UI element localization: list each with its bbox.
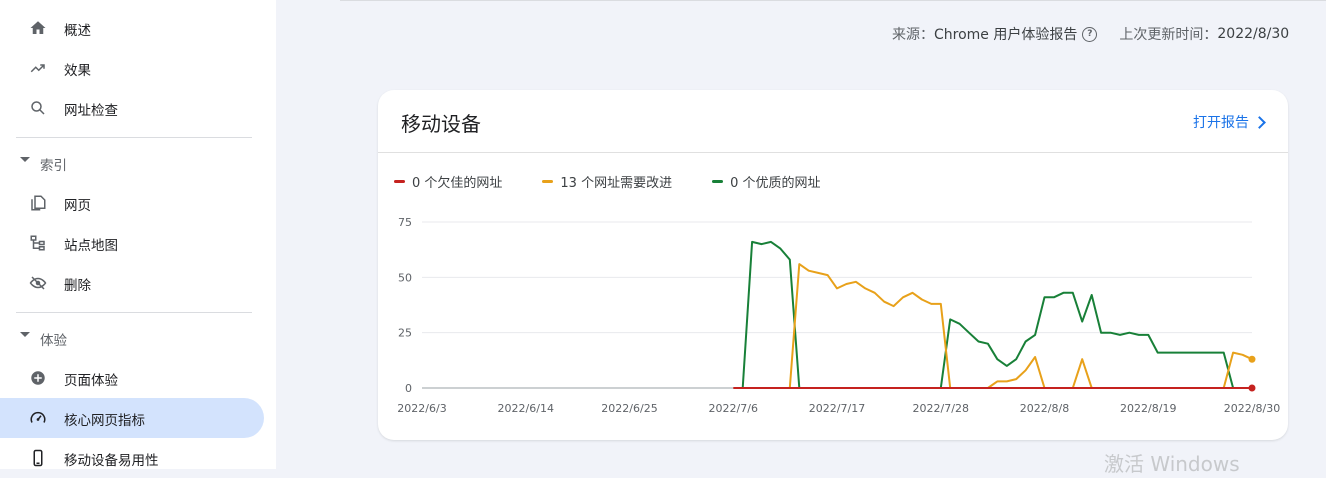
line-chart: 0 25 50 75 2022/6/3 2022/6/14 2022/6/25 2022/7/… (397, 216, 1280, 415)
sidebar: 概述 效果 网址检查 索引 网页 站点地图 删除 体验 页面体验 核心网页指标 … (0, 0, 276, 469)
sidebar-item-url-inspection[interactable]: 网址检查 (0, 88, 264, 128)
open-report-link[interactable]: 打开报告 (1193, 112, 1266, 132)
source-label: 来源： (892, 27, 934, 43)
visibility-off-icon (28, 273, 48, 293)
sidebar-divider (16, 312, 252, 313)
windows-activation-watermark: 激活 Windows (1104, 452, 1240, 476)
section-label: 体验 (40, 333, 67, 349)
source-value: Chrome 用户体验报告 (934, 27, 1078, 43)
x-tick-label: 2022/8/19 (1120, 402, 1176, 415)
section-label: 索引 (40, 158, 67, 174)
series-line (788, 263, 1253, 389)
sidebar-item-page-experience[interactable]: 页面体验 (0, 358, 264, 398)
sidebar-item-mobile-usability[interactable]: 移动设备易用性 (0, 438, 264, 478)
card-divider (378, 152, 1288, 153)
caret-down-icon (20, 332, 30, 337)
updated-value: 2022/8/30 (1217, 26, 1290, 42)
legend-label: 13 个网址需要改进 (560, 176, 673, 191)
chart-legend: 0 个欠佳的网址 13 个网址需要改进 0 个优质的网址 (394, 172, 861, 191)
search-icon (28, 98, 48, 118)
mobile-icon (28, 448, 48, 468)
trending-up-icon (28, 58, 48, 78)
y-tick-label: 0 (405, 382, 412, 395)
help-icon[interactable]: ? (1082, 26, 1098, 42)
sidebar-item-label: 网页 (64, 198, 91, 214)
x-tick-label: 2022/6/3 (397, 402, 446, 415)
sidebar-item-label: 删除 (64, 278, 91, 294)
sidebar-divider (16, 137, 252, 138)
header-divider (340, 0, 1326, 1)
sidebar-item-label: 核心网页指标 (64, 413, 145, 429)
legend-label: 0 个优质的网址 (730, 176, 821, 191)
sidebar-item-pages[interactable]: 网页 (0, 183, 264, 223)
chevron-right-icon (1253, 115, 1266, 129)
sidebar-item-performance[interactable]: 效果 (0, 48, 264, 88)
mobile-card: 移动设备 打开报告 0 个欠佳的网址 13 个网址需要改进 0 个优质的网址 0… (378, 90, 1288, 440)
legend-swatch (542, 180, 554, 183)
series-end-point (1248, 355, 1256, 363)
sidebar-item-removals[interactable]: 删除 (0, 263, 264, 303)
x-tick-label: 2022/8/30 (1224, 402, 1280, 415)
sidebar-item-label: 概述 (64, 23, 91, 39)
y-tick-label: 50 (398, 271, 412, 284)
legend-item-poor[interactable]: 0 个欠佳的网址 (394, 172, 502, 191)
caret-down-icon (20, 157, 30, 162)
x-tick-label: 2022/6/14 (498, 402, 554, 415)
sidebar-item-overview[interactable]: 概述 (0, 8, 264, 48)
x-tick-label: 2022/8/8 (1020, 402, 1069, 415)
legend-label: 0 个欠佳的网址 (412, 176, 503, 191)
series-end-point (1248, 384, 1256, 392)
x-tick-label: 2022/7/17 (809, 402, 865, 415)
sidebar-item-label: 页面体验 (64, 373, 118, 389)
open-report-label: 打开报告 (1193, 115, 1249, 131)
card-title: 移动设备 (401, 112, 481, 136)
sidebar-item-label: 网址检查 (64, 103, 118, 119)
x-tick-label: 2022/7/28 (913, 402, 969, 415)
sidebar-item-sitemaps[interactable]: 站点地图 (0, 223, 264, 263)
speed-icon (28, 408, 48, 428)
legend-swatch (712, 180, 724, 183)
legend-item-good[interactable]: 0 个优质的网址 (712, 172, 821, 191)
sidebar-item-label: 站点地图 (64, 238, 118, 254)
section-experience-toggle[interactable]: 体验 (0, 323, 264, 353)
page-experience-icon (28, 368, 48, 388)
series-line (741, 240, 1235, 389)
home-icon (28, 18, 48, 38)
sidebar-item-core-web-vitals[interactable]: 核心网页指标 (0, 398, 264, 438)
updated-label: 上次更新时间： (1119, 27, 1218, 43)
pages-icon (28, 193, 48, 213)
legend-swatch (394, 180, 405, 183)
y-tick-label: 75 (398, 216, 412, 229)
legend-item-needs-improvement[interactable]: 13 个网址需要改进 (542, 172, 672, 191)
sitemap-icon (28, 233, 48, 253)
y-tick-label: 25 (398, 327, 412, 340)
x-tick-label: 2022/6/25 (601, 402, 657, 415)
section-index-toggle[interactable]: 索引 (0, 148, 264, 178)
sidebar-item-label: 效果 (64, 63, 91, 79)
sidebar-item-label: 移动设备易用性 (64, 453, 159, 469)
data-source-info: 来源： Chrome 用户体验报告 ? 上次更新时间： 2022/8/30 (892, 24, 1289, 44)
x-tick-label: 2022/7/6 (709, 402, 758, 415)
